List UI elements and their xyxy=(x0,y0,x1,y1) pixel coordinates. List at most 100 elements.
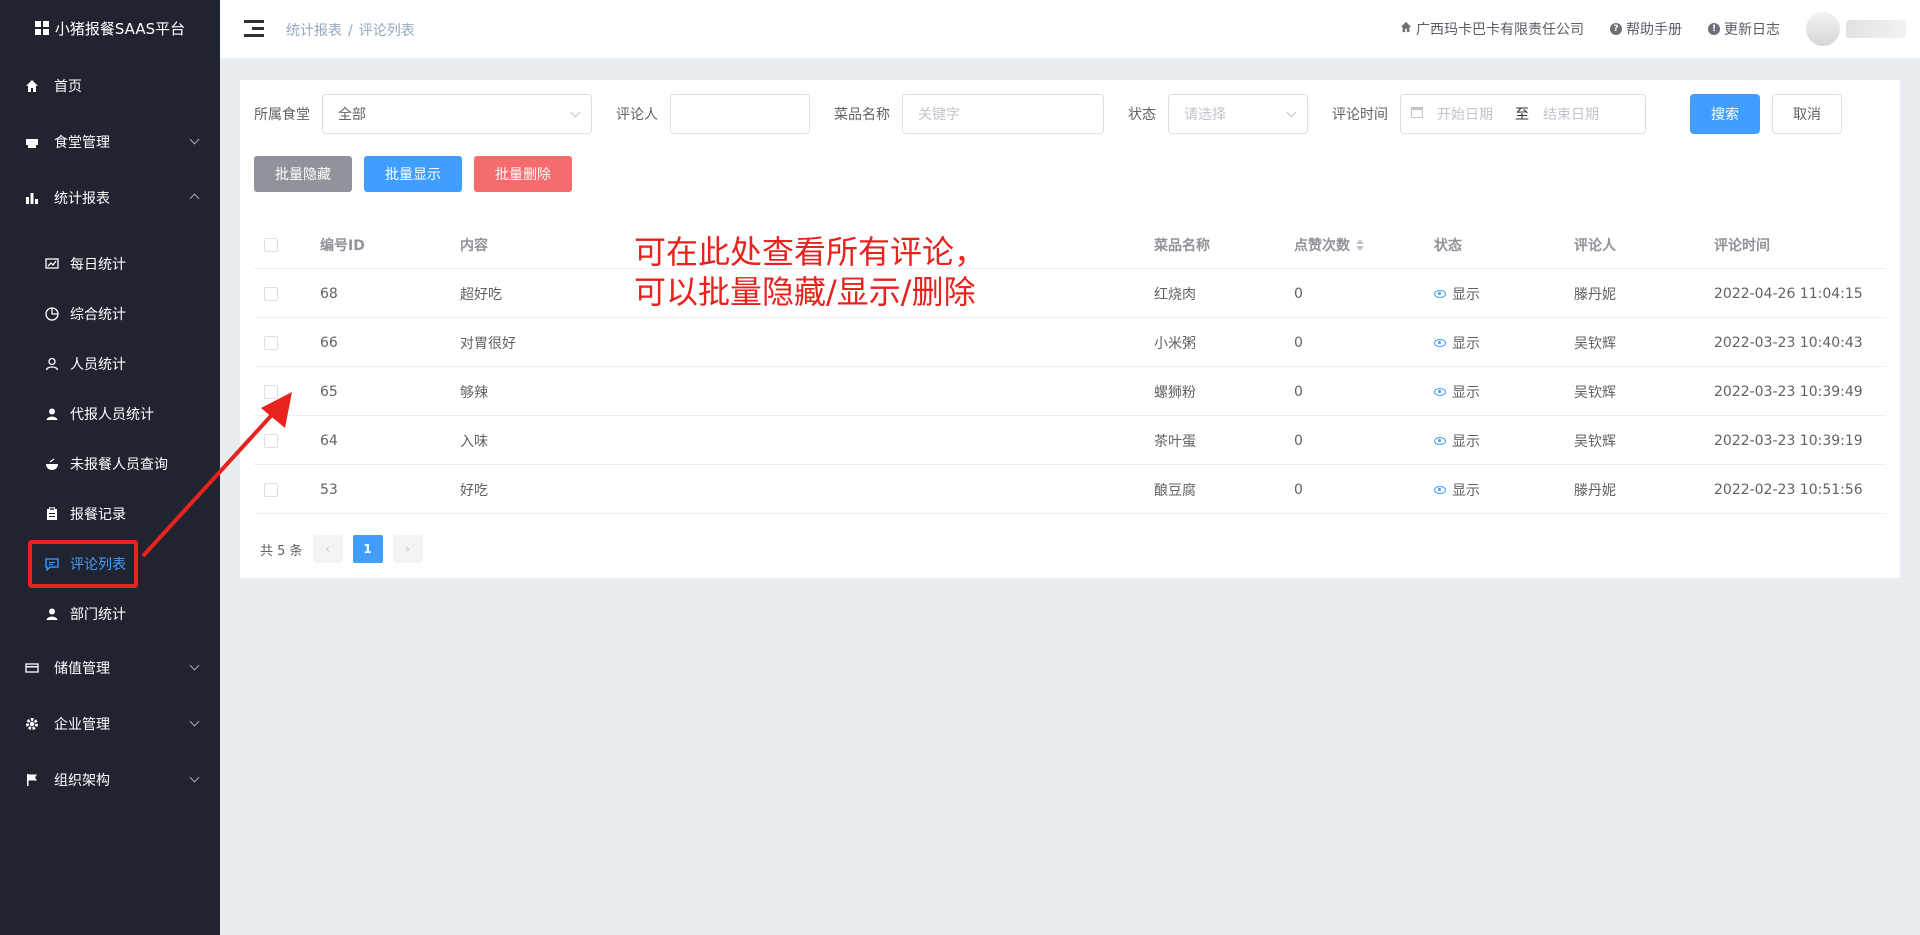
cell-time: 2022-02-23 10:51:56 xyxy=(1714,481,1863,498)
cell-id: 64 xyxy=(320,432,338,449)
page-number-button[interactable]: 1 xyxy=(352,535,383,563)
help-link[interactable]: ? 帮助手册 xyxy=(1610,19,1682,39)
cell-dish: 酿豆腐 xyxy=(1154,482,1196,499)
eye-icon xyxy=(1434,485,1446,494)
sidebar-item-label: 组织架构 xyxy=(54,773,110,789)
select-all-checkbox[interactable] xyxy=(264,237,278,252)
select-all-cell xyxy=(264,220,278,269)
table-header-row: 编号ID 内容 菜品名称 点赞次数 状态 评论人 评论时间 xyxy=(254,220,1886,269)
status-select-placeholder: 请选择 xyxy=(1184,107,1226,123)
pie-chart-icon xyxy=(44,306,60,322)
search-button[interactable]: 搜索 xyxy=(1690,94,1760,134)
col-likes-header[interactable]: 点赞次数 xyxy=(1294,220,1364,269)
reviewer-input[interactable] xyxy=(670,94,810,134)
cell-likes: 0 xyxy=(1294,481,1303,498)
cell-status[interactable]: 显示 xyxy=(1434,416,1480,465)
cell-dish: 小米粥 xyxy=(1154,335,1196,352)
cell-status[interactable]: 显示 xyxy=(1434,465,1480,514)
pagination: 共 5 条 ‹ 1 › xyxy=(260,535,423,563)
row-select-cell xyxy=(264,318,278,367)
row-checkbox[interactable] xyxy=(264,335,278,350)
avatar[interactable] xyxy=(1806,12,1840,46)
sidebar-sub-unreported[interactable]: 未报餐人员查询 xyxy=(0,444,220,484)
cell-id: 53 xyxy=(320,481,338,498)
eye-icon xyxy=(1434,289,1446,298)
cell-dish: 红烧肉 xyxy=(1154,286,1196,303)
next-page-button[interactable]: › xyxy=(392,535,423,563)
cell-time: 2022-03-23 10:39:49 xyxy=(1714,383,1863,400)
sidebar-item-reports[interactable]: 统计报表 xyxy=(0,178,220,218)
info-icon: ! xyxy=(1708,23,1720,35)
user-name-blurred[interactable] xyxy=(1846,20,1906,38)
sidebar-sub-overall[interactable]: 综合统计 xyxy=(0,294,220,334)
sidebar-item-canteen[interactable]: 食堂管理 xyxy=(0,122,220,162)
canteen-select-value: 全部 xyxy=(338,107,366,123)
company-link[interactable]: 广西玛卡巴卡有限责任公司 xyxy=(1400,19,1584,39)
chevron-down-icon xyxy=(1286,107,1297,118)
batch-delete-button[interactable]: 批量删除 xyxy=(474,156,572,192)
home-icon xyxy=(24,78,40,94)
highlight-box xyxy=(28,540,138,588)
start-date-placeholder[interactable]: 开始日期 xyxy=(1437,104,1507,124)
sidebar-sub-records[interactable]: 报餐记录 xyxy=(0,494,220,534)
header-right: 广西玛卡巴卡有限责任公司 ? 帮助手册 ! 更新日志 xyxy=(1400,0,1920,58)
table-row: 53 好吃 酿豆腐 0 显示 滕丹妮 2022-02-23 10:51:56 xyxy=(254,465,1886,514)
eye-icon xyxy=(1434,436,1446,445)
end-date-placeholder[interactable]: 结束日期 xyxy=(1543,104,1599,124)
changelog-link[interactable]: ! 更新日志 xyxy=(1708,19,1780,39)
chevron-down-icon xyxy=(189,660,200,671)
cell-status[interactable]: 显示 xyxy=(1434,367,1480,416)
row-checkbox[interactable] xyxy=(264,286,278,301)
row-checkbox[interactable] xyxy=(264,482,278,497)
breadcrumb-item[interactable]: 统计报表 xyxy=(286,23,342,39)
sidebar-item-stored-value[interactable]: 储值管理 xyxy=(0,648,220,688)
cell-reviewer: 吴钦辉 xyxy=(1574,384,1616,401)
cell-likes: 0 xyxy=(1294,285,1303,302)
sidebar-sub-department[interactable]: 部门统计 xyxy=(0,594,220,634)
sidebar-item-label: 企业管理 xyxy=(54,717,110,733)
cell-dish: 茶叶蛋 xyxy=(1154,433,1196,450)
reviewer-label: 评论人 xyxy=(616,107,658,123)
sidebar-sub-proxy[interactable]: 代报人员统计 xyxy=(0,394,220,434)
sidebar-sub-label: 综合统计 xyxy=(70,307,126,323)
row-checkbox[interactable] xyxy=(264,384,278,399)
status-select[interactable]: 请选择 xyxy=(1168,94,1308,134)
row-select-cell xyxy=(264,367,278,416)
cell-status[interactable]: 显示 xyxy=(1434,269,1480,318)
sidebar-item-org[interactable]: 组织架构 xyxy=(0,760,220,800)
gear-icon xyxy=(24,716,40,732)
canteen-label: 所属食堂 xyxy=(254,107,310,123)
home-icon xyxy=(1400,21,1412,37)
card-icon xyxy=(24,660,40,676)
menu-toggle-icon[interactable] xyxy=(244,20,264,37)
user-outline-icon xyxy=(44,356,60,372)
chevron-down-icon xyxy=(189,716,200,727)
row-select-cell xyxy=(264,269,278,318)
cell-status[interactable]: 显示 xyxy=(1434,318,1480,367)
cancel-button[interactable]: 取消 xyxy=(1772,94,1842,134)
batch-show-button[interactable]: 批量显示 xyxy=(364,156,462,192)
top-header: 统计报表 / 评论列表 广西玛卡巴卡有限责任公司 ? 帮助手册 ! 更新日志 xyxy=(220,0,1920,58)
dish-input[interactable]: 关键字 xyxy=(902,94,1104,134)
canteen-select[interactable]: 全部 xyxy=(322,94,592,134)
prev-page-button[interactable]: ‹ xyxy=(312,535,343,563)
sidebar-sub-people[interactable]: 人员统计 xyxy=(0,344,220,384)
status-text: 显示 xyxy=(1452,433,1480,450)
cell-content: 超好吃 xyxy=(460,286,502,303)
sidebar-item-home[interactable]: 首页 xyxy=(0,66,220,106)
breadcrumb-current: 评论列表 xyxy=(358,23,415,39)
bar-chart-icon xyxy=(24,190,40,206)
cell-content: 对胃很好 xyxy=(460,335,516,352)
help-label: 帮助手册 xyxy=(1626,22,1682,38)
sidebar-item-enterprise[interactable]: 企业管理 xyxy=(0,704,220,744)
printer-icon xyxy=(24,134,40,150)
status-text: 显示 xyxy=(1452,335,1480,352)
sidebar-sub-daily[interactable]: 每日统计 xyxy=(0,244,220,284)
date-range-picker[interactable]: 开始日期 至 结束日期 xyxy=(1400,94,1646,134)
app-logo[interactable]: 小猪报餐SAAS平台 xyxy=(0,0,220,56)
sort-icon[interactable] xyxy=(1356,238,1364,251)
cell-reviewer: 吴钦辉 xyxy=(1574,433,1616,450)
row-checkbox[interactable] xyxy=(264,433,278,448)
help-icon: ? xyxy=(1610,23,1622,35)
batch-hide-button[interactable]: 批量隐藏 xyxy=(254,156,352,192)
